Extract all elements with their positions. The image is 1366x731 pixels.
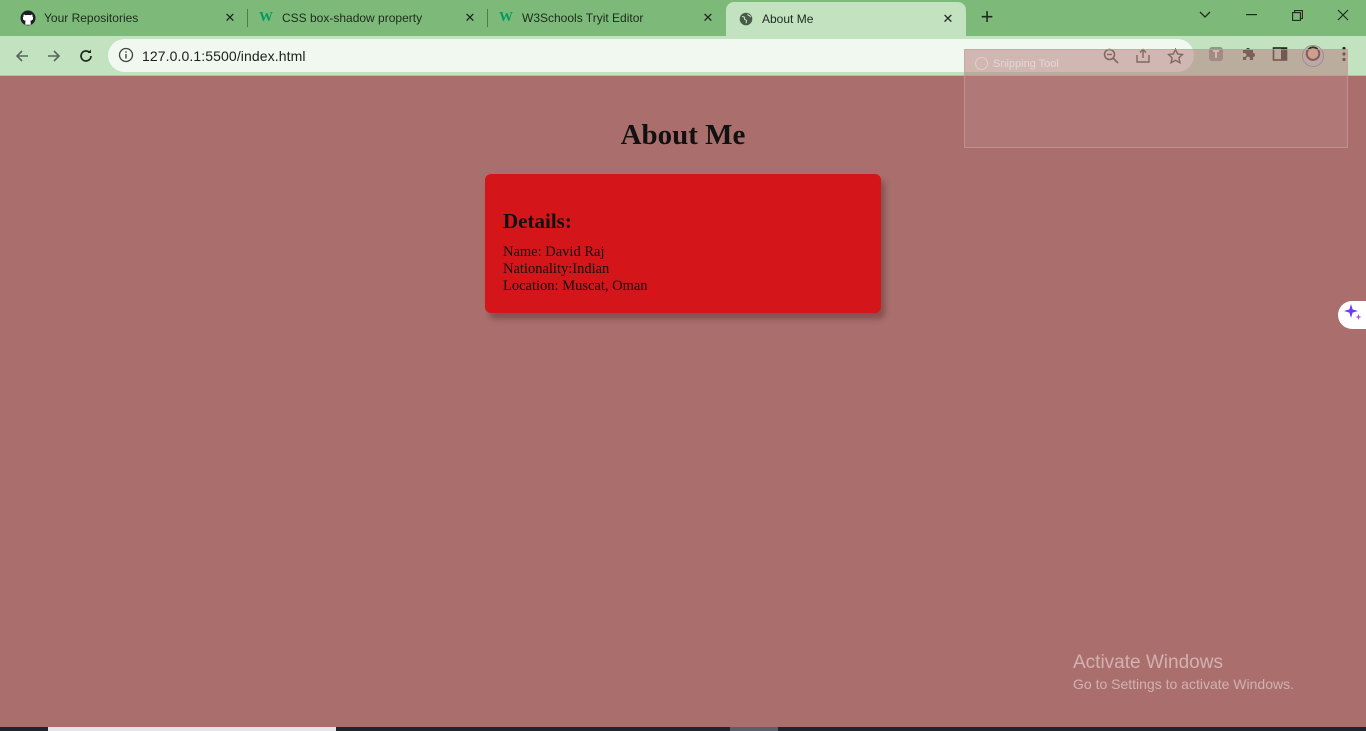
nationality-line: Nationality:Indian: [503, 261, 610, 277]
tab-w3schools-tryit[interactable]: W W3Schools Tryit Editor ✕: [488, 0, 726, 36]
close-tab-icon[interactable]: ✕: [222, 10, 238, 26]
tab-strip: Your Repositories ✕ W CSS box-shadow pro…: [0, 0, 1366, 36]
forward-arrow-icon[interactable]: [42, 44, 66, 68]
watermark-subtitle: Go to Settings to activate Windows.: [1073, 676, 1294, 692]
tab-label: W3Schools Tryit Editor: [522, 11, 644, 25]
tab-label: Your Repositories: [44, 11, 139, 25]
details-card: Details: Name: David Raj Nationality:Ind…: [485, 174, 881, 313]
card-heading: Details:: [503, 209, 572, 233]
minimize-icon[interactable]: [1228, 0, 1274, 30]
new-tab-button[interactable]: +: [976, 4, 998, 29]
w3schools-icon: W: [259, 10, 273, 25]
tab-label: CSS box-shadow property: [282, 11, 423, 25]
taskbar-highlight: [48, 727, 336, 731]
taskbar-edge: [0, 727, 1366, 731]
restore-icon[interactable]: [1274, 0, 1320, 30]
location-line: Location: Muscat, Oman: [503, 278, 648, 294]
snipping-tool-label: Snipping Tool: [993, 58, 1059, 70]
address-url: 127.0.0.1:5500/index.html: [142, 48, 306, 64]
w3schools-icon: W: [499, 10, 513, 25]
page-title: About Me: [620, 119, 746, 151]
ai-sparkle-button[interactable]: [1338, 301, 1366, 329]
tab-css-box-shadow[interactable]: W CSS box-shadow property ✕: [248, 0, 488, 36]
tab-about-me[interactable]: About Me ✕: [726, 2, 966, 36]
taskbar-indicator: [730, 727, 778, 731]
snipping-tool-icon: [975, 57, 988, 70]
globe-icon: [738, 11, 754, 27]
site-info-icon[interactable]: [118, 47, 134, 63]
tab-label: About Me: [762, 12, 814, 26]
back-arrow-icon[interactable]: [10, 44, 34, 68]
sparkle-icon: [1342, 302, 1364, 329]
github-icon: [20, 10, 36, 26]
name-line: Name: David Raj: [503, 244, 605, 260]
tab-search-chevron-icon[interactable]: [1182, 0, 1228, 30]
close-tab-icon[interactable]: ✕: [940, 11, 956, 27]
watermark-title: Activate Windows: [1073, 652, 1223, 673]
close-tab-icon[interactable]: ✕: [700, 10, 716, 26]
tab-your-repositories[interactable]: Your Repositories ✕: [0, 0, 248, 36]
windows-activation-watermark: Activate Windows Go to Settings to activ…: [1073, 652, 1294, 692]
close-window-icon[interactable]: [1320, 0, 1366, 30]
reload-icon[interactable]: [74, 44, 98, 68]
close-tab-icon[interactable]: ✕: [462, 10, 478, 26]
